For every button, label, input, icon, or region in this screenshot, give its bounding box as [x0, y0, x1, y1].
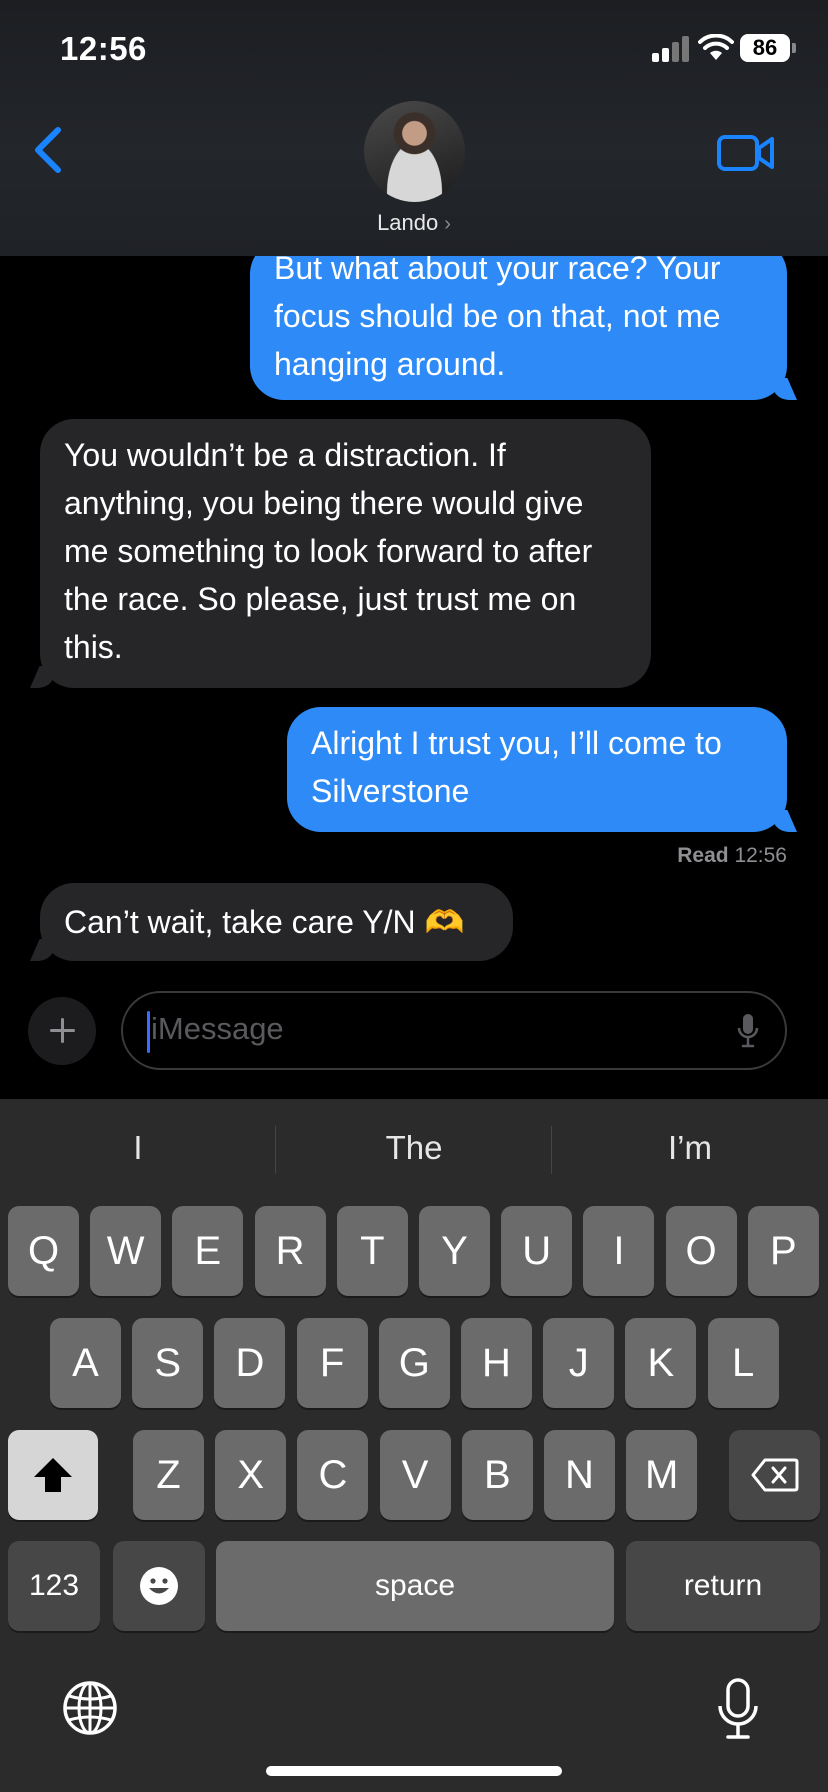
contact-name: Lando: [377, 210, 439, 235]
key-m[interactable]: M: [626, 1430, 698, 1520]
message-bubble-received[interactable]: Can’t wait, take care Y/N 🫶: [40, 883, 513, 961]
suggestion-3[interactable]: I’m: [552, 1129, 828, 1167]
keyboard-mic-icon[interactable]: [716, 1678, 760, 1740]
key-r[interactable]: R: [254, 1206, 326, 1296]
emoji-face-icon: [140, 1567, 178, 1605]
key-w[interactable]: W: [90, 1206, 162, 1296]
back-chevron-icon[interactable]: [28, 124, 68, 176]
cellular-signal-icon: [652, 36, 690, 62]
key-d[interactable]: D: [214, 1318, 286, 1408]
key-o[interactable]: O: [665, 1206, 737, 1296]
status-time: 12:56: [60, 30, 147, 67]
imessage-input[interactable]: iMessage: [121, 991, 787, 1070]
dictation-mic-icon[interactable]: [737, 1013, 759, 1049]
key-x[interactable]: X: [215, 1430, 287, 1520]
suggestion-2[interactable]: The: [276, 1129, 552, 1167]
message-bubble-received[interactable]: You wouldn’t be a distraction. If anythi…: [40, 419, 651, 688]
read-receipt: Read 12:56: [677, 844, 787, 868]
key-f[interactable]: F: [296, 1318, 368, 1408]
input-placeholder: iMessage: [151, 1011, 284, 1046]
video-call-icon[interactable]: [717, 134, 775, 172]
wifi-icon: [698, 34, 734, 60]
shift-key[interactable]: [8, 1430, 98, 1520]
home-indicator[interactable]: [266, 1766, 562, 1776]
read-time: 12:56: [734, 844, 787, 867]
key-e[interactable]: E: [172, 1206, 244, 1296]
message-bubble-sent[interactable]: But what about your race? Your focus sho…: [250, 240, 787, 400]
key-i[interactable]: I: [583, 1206, 655, 1296]
key-t[interactable]: T: [336, 1206, 408, 1296]
numbers-key[interactable]: 123: [8, 1541, 100, 1631]
key-z[interactable]: Z: [133, 1430, 204, 1520]
chevron-right-icon: ›: [444, 213, 451, 235]
key-u[interactable]: U: [501, 1206, 573, 1296]
contact-avatar[interactable]: [364, 101, 465, 202]
emoji-key[interactable]: [113, 1541, 205, 1631]
key-v[interactable]: V: [379, 1430, 451, 1520]
key-j[interactable]: J: [543, 1318, 615, 1408]
key-k[interactable]: K: [625, 1318, 697, 1408]
key-l[interactable]: L: [707, 1318, 779, 1408]
key-p[interactable]: P: [747, 1206, 819, 1296]
contact-name-button[interactable]: Lando ›: [0, 210, 828, 236]
text-caret: [147, 1011, 150, 1053]
key-h[interactable]: H: [461, 1318, 532, 1408]
message-bubble-sent[interactable]: Alright I trust you, I’ll come to Silver…: [287, 707, 787, 832]
key-n[interactable]: N: [544, 1430, 615, 1520]
key-y[interactable]: Y: [419, 1206, 490, 1296]
delete-key[interactable]: [729, 1430, 820, 1520]
suggestion-1[interactable]: I: [0, 1129, 276, 1167]
shift-arrow-icon: [34, 1458, 72, 1492]
key-c[interactable]: C: [297, 1430, 369, 1520]
battery-indicator: 86: [740, 34, 790, 62]
conversation-header: 12:56 86 Lando ›: [0, 0, 828, 256]
key-s[interactable]: S: [132, 1318, 204, 1408]
key-a[interactable]: A: [50, 1318, 121, 1408]
return-key[interactable]: return: [626, 1541, 820, 1631]
globe-icon[interactable]: [62, 1680, 118, 1736]
key-b[interactable]: B: [461, 1430, 533, 1520]
space-key[interactable]: space: [216, 1541, 614, 1631]
backspace-icon: [751, 1458, 798, 1492]
apps-plus-button[interactable]: [28, 997, 96, 1065]
battery-tip: [792, 43, 796, 53]
read-label: Read: [677, 844, 729, 867]
key-g[interactable]: G: [378, 1318, 450, 1408]
key-q[interactable]: Q: [8, 1206, 79, 1296]
